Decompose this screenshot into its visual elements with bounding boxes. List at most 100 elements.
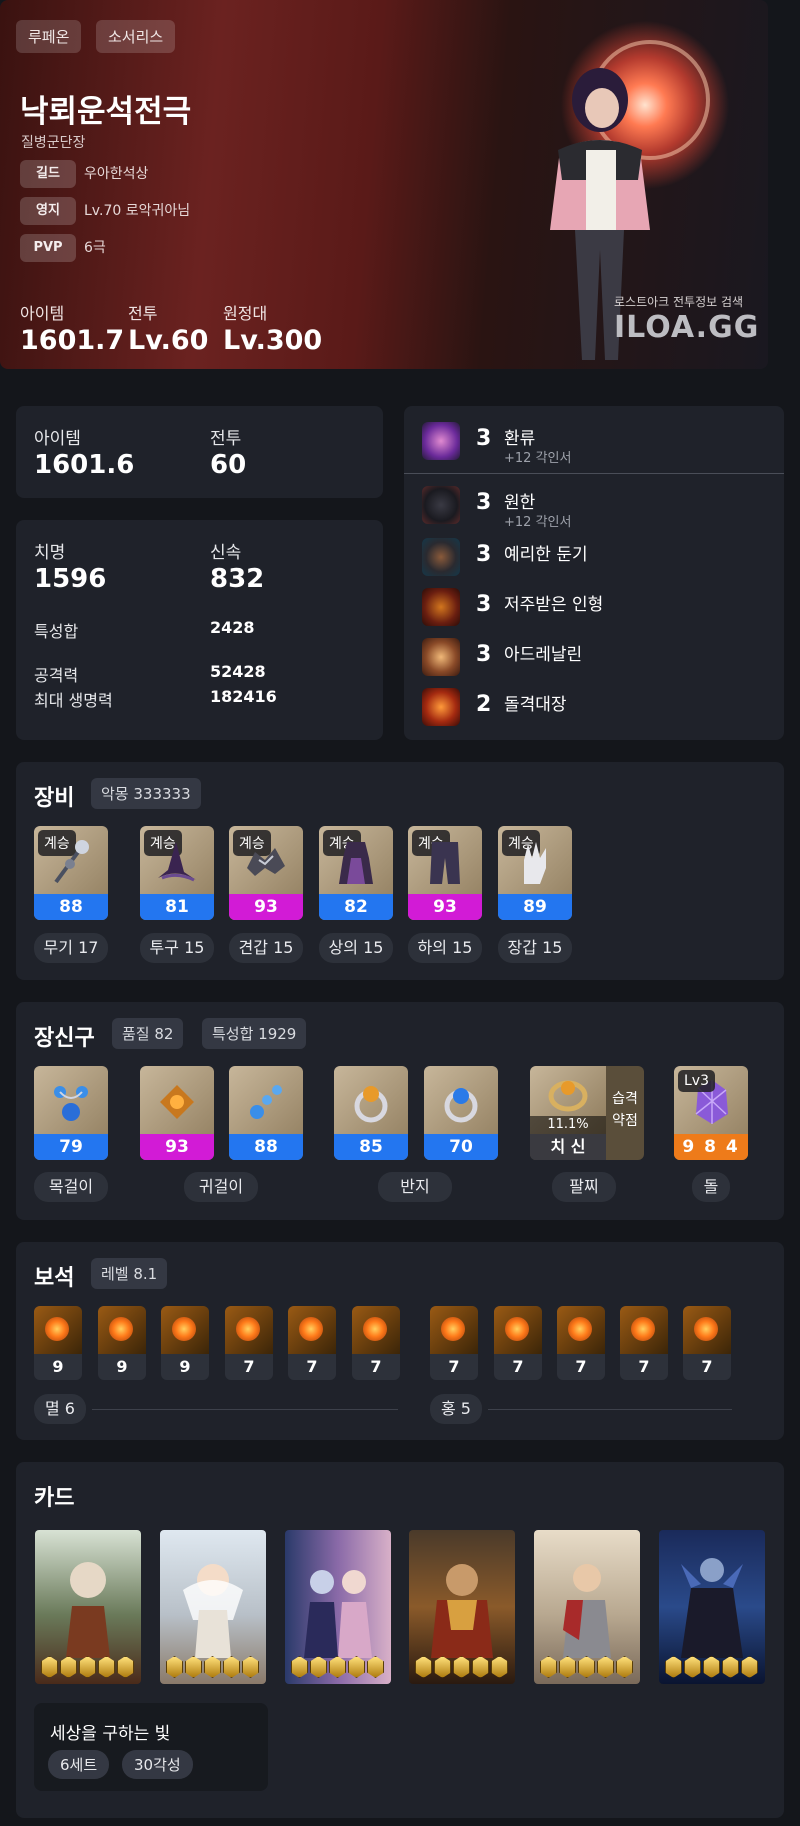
awaken-stars [166, 1656, 259, 1678]
awaken-stars [415, 1656, 508, 1678]
stone-label: 돌 [692, 1172, 730, 1202]
cooldown-gem-icon [620, 1306, 668, 1354]
necklace-label: 목걸이 [34, 1172, 108, 1202]
card-item[interactable] [534, 1530, 640, 1684]
gem-slot[interactable]: 7 [494, 1306, 542, 1380]
glove-icon [524, 842, 546, 884]
quality-bar: 89 [498, 894, 572, 920]
vortex-icon [422, 422, 460, 460]
card-item[interactable] [35, 1530, 141, 1684]
quality-bar: 93 [140, 1134, 214, 1160]
gem-level: 7 [701, 1357, 713, 1376]
gem-level: 9 [52, 1357, 64, 1376]
character-hero: 루페온 소서리스 낙뢰운석전극 질병군단장 길드 우아한석상 영지 Lv.70 … [0, 0, 768, 369]
equipment-label: 무기 17 [34, 933, 108, 963]
item-level-value: 1601.7 [20, 325, 125, 356]
cooldown-gem-icon [430, 1306, 478, 1354]
ring-slot[interactable]: 70 [424, 1066, 498, 1160]
quality-bar: 93 [408, 894, 482, 920]
stone-level-badge: Lv3 [678, 1070, 715, 1092]
gem-slot[interactable]: 7 [430, 1306, 478, 1380]
stats-card: 치명 1596 신속 832 특성합 2428 공격력 52428 최대 생명력… [16, 520, 383, 740]
engraving-level: 3 [476, 542, 492, 567]
bracelet-slot[interactable]: 11.1% 치 신 습격 약점 [530, 1066, 644, 1160]
quality-bar: 88 [34, 894, 108, 920]
engraving-level: 3 [476, 426, 492, 451]
character-name: 낙뢰운석전극 [20, 94, 192, 130]
quality-bar: 79 [34, 1134, 108, 1160]
gem-level: 9 [116, 1357, 128, 1376]
earring-slot[interactable]: 88 [229, 1066, 303, 1160]
damage-gem-icon [161, 1306, 209, 1354]
quality-bar: 88 [229, 1134, 303, 1160]
ring-icon [354, 1086, 388, 1123]
attack-label: 공격력 [34, 666, 79, 685]
hat-icon [158, 842, 196, 882]
cooldown-gem-icon [683, 1306, 731, 1354]
quality-chip: 품질 82 [112, 1018, 184, 1049]
card-set-name: 세상을 구하는 빛 [50, 1724, 171, 1744]
gem-slot[interactable]: 7 [620, 1306, 668, 1380]
card-item[interactable] [285, 1530, 391, 1684]
gem-level: 7 [306, 1357, 318, 1376]
shoulder-icon [247, 848, 285, 876]
engraving-level: 3 [476, 642, 492, 667]
equipment-slot[interactable]: 계승 89 [498, 826, 572, 920]
equipment-slot[interactable]: 계승 93 [408, 826, 482, 920]
equipment-slot[interactable]: 계승 81 [140, 826, 214, 920]
equipment-slot[interactable]: 계승 93 [229, 826, 303, 920]
roster-level-label: 원정대 [223, 304, 268, 323]
necklace-slot[interactable]: 79 [34, 1066, 108, 1160]
earring-slot[interactable]: 93 [140, 1066, 214, 1160]
equipment-label: 견갑 15 [229, 933, 303, 963]
engraving-name: 예리한 둔기 [504, 545, 588, 565]
equipment-slot[interactable]: 계승 82 [319, 826, 393, 920]
gem-slot[interactable]: 9 [161, 1306, 209, 1380]
gem-slot[interactable]: 7 [683, 1306, 731, 1380]
equipment-label: 상의 15 [319, 933, 393, 963]
accessories-title: 장신구 [34, 1026, 95, 1051]
gem-level: 7 [512, 1357, 524, 1376]
stat-total-chip: 특성합 1929 [202, 1018, 307, 1049]
gem-slot[interactable]: 9 [98, 1306, 146, 1380]
card-portrait [66, 1562, 110, 1658]
gem-slot[interactable]: 9 [34, 1306, 82, 1380]
gem-level-chip: 레벨 8.1 [91, 1258, 168, 1289]
stone-values: 9 8 4 [674, 1134, 748, 1160]
swiftness-label: 신속 [210, 543, 242, 563]
card-item[interactable] [409, 1530, 515, 1684]
ability-stone-slot[interactable]: Lv3 9 8 4 [674, 1066, 748, 1160]
equipment-title: 장비 [34, 786, 75, 811]
stat-total-value: 2428 [210, 618, 255, 637]
cooldown-gem-count: 홍 5 [430, 1394, 482, 1424]
card-awaken-total: 30각성 [122, 1750, 193, 1779]
staff-icon [54, 840, 89, 884]
ring-slot[interactable]: 85 [334, 1066, 408, 1160]
awaken-stars [41, 1656, 134, 1678]
gem-slot[interactable]: 7 [352, 1306, 400, 1380]
damage-gem-icon [225, 1306, 273, 1354]
pvp-value: 6극 [84, 240, 106, 256]
crit-label: 치명 [34, 543, 66, 563]
gem-slot[interactable]: 7 [288, 1306, 336, 1380]
item-level-value: 1601.6 [34, 450, 135, 480]
robe-icon [339, 842, 373, 884]
card-item[interactable] [160, 1530, 266, 1684]
equipment-slot[interactable]: 계승 88 [34, 826, 108, 920]
crit-value: 1596 [34, 564, 107, 594]
stat-total-label: 특성합 [34, 622, 79, 641]
character-title: 질병군단장 [21, 135, 86, 151]
bracelet-percent: 11.1% [530, 1116, 606, 1134]
gem-slot[interactable]: 7 [225, 1306, 273, 1380]
attack-value: 52428 [210, 662, 266, 681]
combat-level-label: 전투 [128, 304, 158, 323]
gem-slot[interactable]: 7 [557, 1306, 605, 1380]
damage-gem-icon [288, 1306, 336, 1354]
engraving-name: 저주받은 인형 [504, 595, 604, 615]
engravings-card [404, 406, 784, 740]
earring-label: 귀걸이 [184, 1172, 258, 1202]
card-item[interactable] [659, 1530, 765, 1684]
item-level-label: 아이템 [20, 304, 65, 323]
max-hp-value: 182416 [210, 687, 277, 706]
card-portrait [304, 1570, 372, 1658]
